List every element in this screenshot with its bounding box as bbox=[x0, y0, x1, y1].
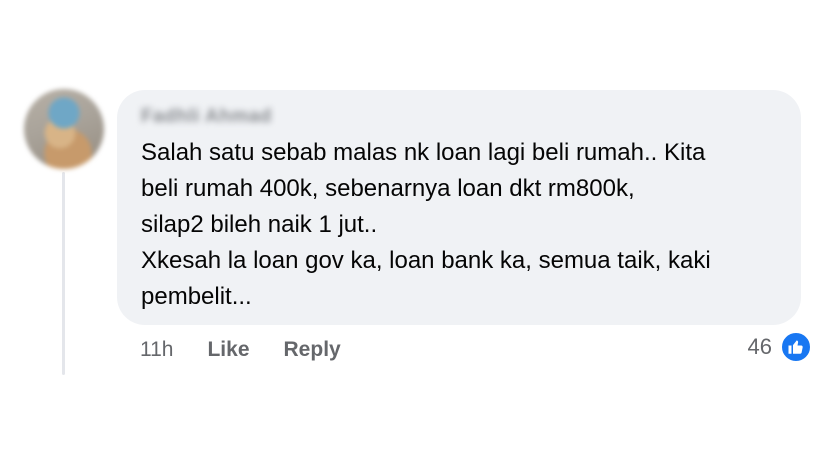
comment-thread: Fadhli Ahmad Salah satu sebab malas nk l… bbox=[0, 0, 828, 453]
like-thumb-icon bbox=[780, 331, 812, 363]
comment-actions: 11h Like Reply bbox=[140, 335, 375, 365]
thread-connector-line bbox=[62, 172, 65, 375]
comment-bubble: Fadhli Ahmad Salah satu sebab malas nk l… bbox=[117, 90, 801, 325]
comment-line: pembelit... bbox=[141, 283, 252, 310]
reaction-summary[interactable]: 46 bbox=[748, 331, 812, 363]
comment-author-name[interactable]: Fadhli Ahmad bbox=[141, 106, 272, 128]
comment-timestamp[interactable]: 11h bbox=[140, 338, 173, 362]
like-button[interactable]: Like bbox=[207, 338, 249, 362]
reply-button[interactable]: Reply bbox=[284, 338, 341, 362]
comment-line: Salah satu sebab malas nk loan lagi beli… bbox=[141, 139, 706, 166]
comment-body: Salah satu sebab malas nk loan lagi beli… bbox=[141, 135, 791, 315]
comment-line: silap2 bileh naik 1 jut.. bbox=[141, 211, 378, 238]
comment-line: Xkesah la loan gov ka, loan bank ka, sem… bbox=[141, 247, 711, 274]
avatar[interactable] bbox=[24, 89, 104, 169]
comment-line: beli rumah 400k, sebenarnya loan dkt rm8… bbox=[141, 175, 635, 202]
reaction-count: 46 bbox=[747, 334, 772, 359]
